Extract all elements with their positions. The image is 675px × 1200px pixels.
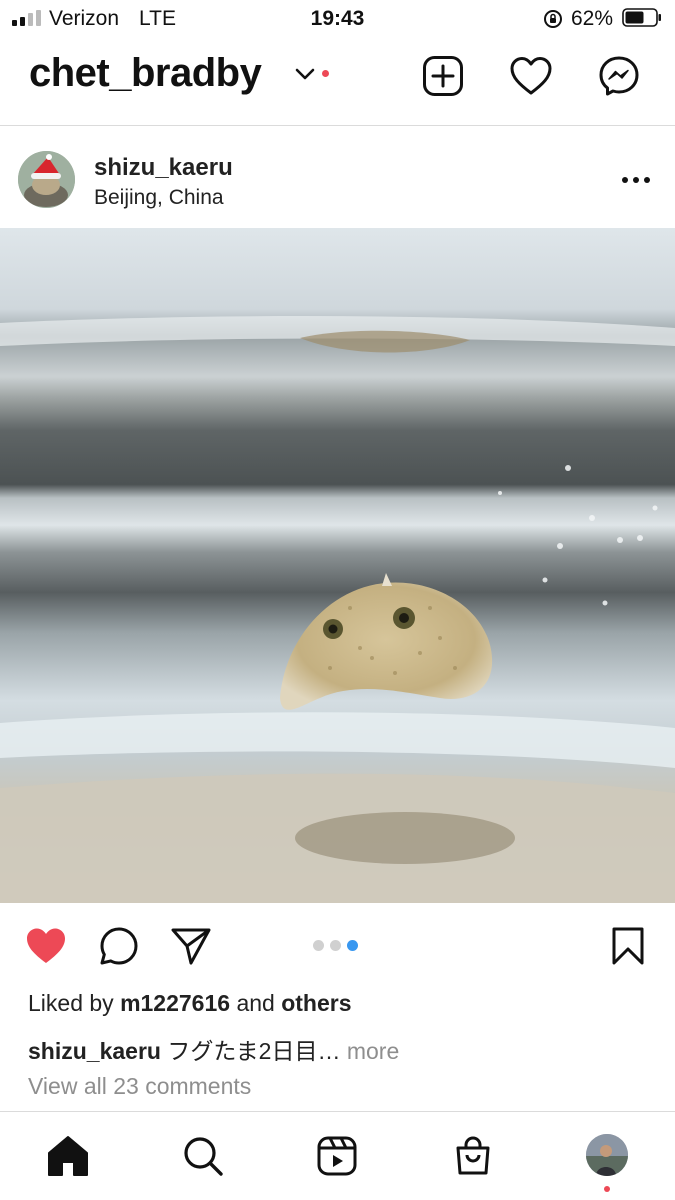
messenger-icon: [599, 56, 639, 96]
more-options-icon[interactable]: [618, 168, 654, 192]
chevron-down-icon[interactable]: [294, 66, 316, 82]
nav-reels-button[interactable]: [312, 1131, 362, 1181]
post-author-avatar[interactable]: [18, 151, 75, 208]
view-comments-link[interactable]: View all 23 comments: [28, 1073, 251, 1100]
status-bar: Verizon LTE 19:43 62%: [0, 0, 675, 38]
nav-home-button[interactable]: [43, 1131, 93, 1181]
nav-search-button[interactable]: [178, 1131, 228, 1181]
nav-divider: [0, 1111, 675, 1112]
likes-others[interactable]: others: [281, 990, 351, 1016]
home-icon: [48, 1136, 88, 1176]
nav-shop-button[interactable]: [448, 1131, 498, 1181]
orientation-lock-icon: [544, 10, 562, 28]
heart-icon: [510, 57, 552, 95]
likes-summary[interactable]: Liked by m1227616 and others: [28, 990, 352, 1017]
comment-button[interactable]: [96, 923, 142, 969]
post-photo[interactable]: [0, 228, 675, 903]
account-username[interactable]: chet_bradby: [29, 51, 262, 96]
caption-text: フグたま2日目…: [167, 1038, 341, 1064]
nav-profile-avatar[interactable]: [586, 1134, 628, 1176]
likes-prefix: Liked by: [28, 990, 114, 1016]
caption-username[interactable]: shizu_kaeru: [28, 1038, 161, 1064]
post-author-username[interactable]: shizu_kaeru: [94, 154, 233, 182]
header-divider: [0, 125, 675, 126]
new-post-icon: [423, 56, 463, 96]
post-location[interactable]: Beijing, China: [94, 186, 224, 210]
likes-mid: and: [236, 990, 275, 1016]
account-notification-dot: [322, 70, 329, 77]
bookmark-icon: [612, 927, 644, 965]
post-caption: shizu_kaeru フグたま2日目… more: [28, 1032, 399, 1066]
heart-filled-icon: [27, 928, 65, 963]
liker-username[interactable]: m1227616: [120, 990, 230, 1016]
like-button[interactable]: [23, 923, 69, 969]
comment-icon: [100, 927, 138, 965]
carousel-indicator: [313, 940, 358, 951]
send-icon: [171, 928, 211, 965]
messenger-button[interactable]: [596, 53, 642, 99]
search-icon: [184, 1137, 223, 1176]
caption-more-link[interactable]: more: [347, 1038, 399, 1064]
battery-percent: 62%: [571, 7, 614, 30]
new-post-button[interactable]: [420, 53, 466, 99]
save-button[interactable]: [605, 923, 651, 969]
shop-icon: [456, 1136, 490, 1175]
carousel-dot: [330, 940, 341, 951]
carousel-dot: [313, 940, 324, 951]
profile-notification-dot: [604, 1186, 610, 1192]
carousel-dot: [347, 940, 358, 951]
activity-button[interactable]: [508, 53, 554, 99]
share-button[interactable]: [168, 923, 214, 969]
reels-icon: [317, 1136, 357, 1176]
battery-icon: [622, 8, 661, 27]
